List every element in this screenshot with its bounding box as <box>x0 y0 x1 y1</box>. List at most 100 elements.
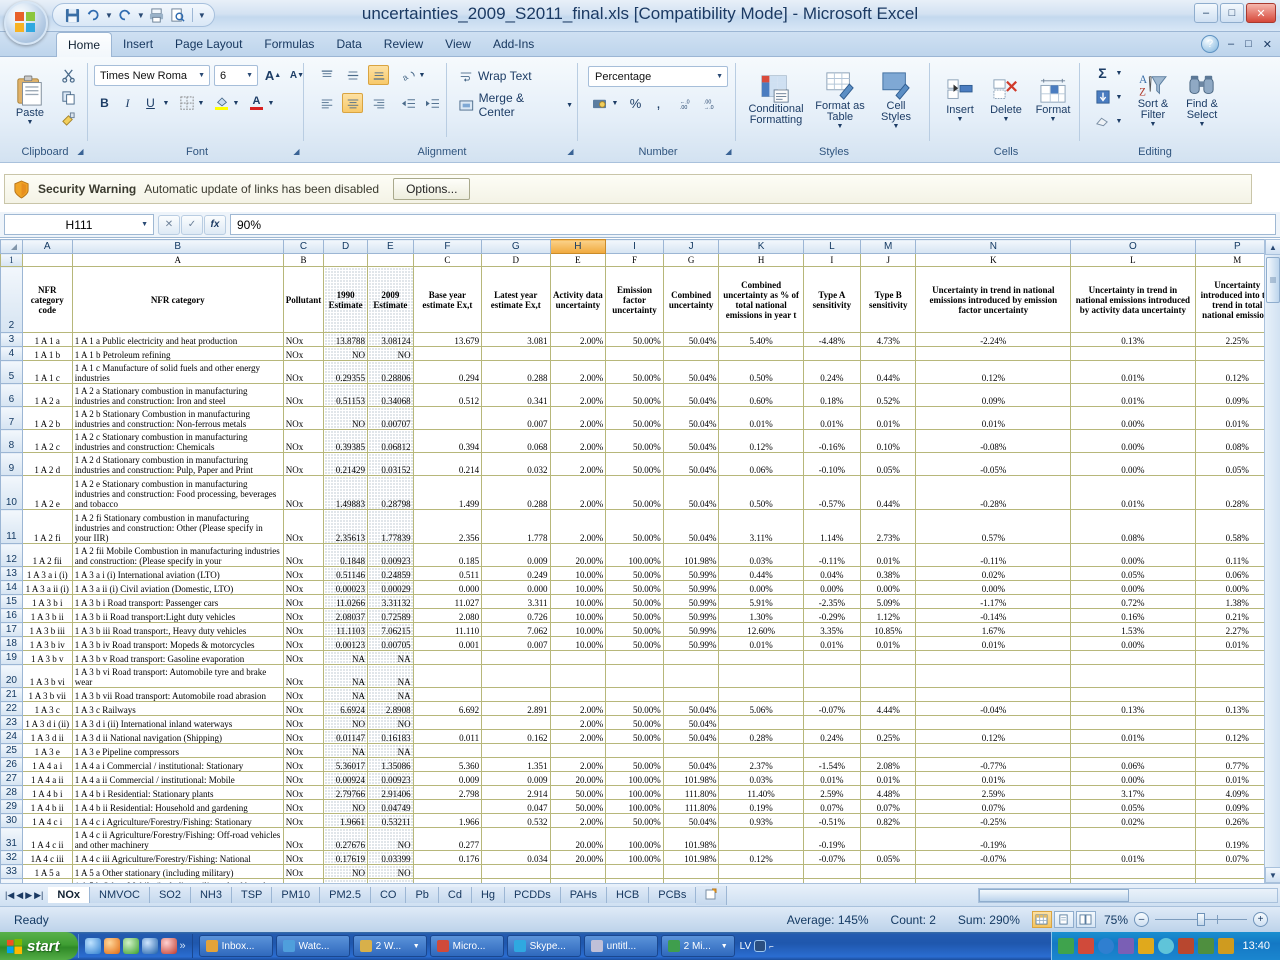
cell-h15[interactable]: 10.00% <box>549 594 607 609</box>
cell-g16[interactable]: 0.726 <box>481 608 551 623</box>
column-header-g[interactable]: G <box>481 239 551 254</box>
cell-a31[interactable]: 1 A 4 c ii <box>21 827 73 851</box>
cell-n12[interactable]: -0.11% <box>915 543 1072 567</box>
cell-k33[interactable] <box>718 864 804 879</box>
row-header-29[interactable]: 29 <box>0 799 23 814</box>
cell-i3[interactable]: 50.00% <box>605 332 664 347</box>
table-row[interactable]: 28 1 A 4 b i1 A 4 b i Residential: Statio… <box>0 785 1280 800</box>
cell-h3[interactable]: 2.00% <box>549 332 607 347</box>
horizontal-scroll-thumb[interactable] <box>979 888 1129 902</box>
cell-o27[interactable]: 0.00% <box>1070 771 1196 786</box>
cell-a20[interactable]: 1 A 3 b vi <box>21 664 73 688</box>
close-button[interactable]: ✕ <box>1246 3 1276 23</box>
cell-a24[interactable]: 1 A 3 d ii <box>21 729 73 744</box>
table-row[interactable]: 91 A 2 d1 A 2 d Stationary combustion in… <box>0 452 1280 476</box>
cell-l29[interactable]: 0.07% <box>802 799 862 814</box>
column-header-b[interactable]: B <box>71 239 284 254</box>
cell-h23[interactable]: 2.00% <box>549 715 607 730</box>
accounting-format-icon[interactable] <box>588 93 610 113</box>
cell-a4[interactable]: 1 A 1 b <box>21 346 73 361</box>
row-header-16[interactable]: 16 <box>0 608 23 623</box>
cell-o17[interactable]: 1.53% <box>1070 622 1196 637</box>
column-title-m[interactable]: Type B sensitivity <box>860 266 917 333</box>
column-header-j[interactable]: J <box>662 239 720 254</box>
cell-a16[interactable]: 1 A 3 b ii <box>21 608 73 623</box>
cell-m16[interactable]: 1.12% <box>860 608 917 623</box>
tray-icon-3[interactable] <box>1098 938 1115 954</box>
row-header-4[interactable]: 4 <box>0 346 23 361</box>
cell-c20[interactable]: NOx <box>282 664 325 688</box>
cell-j29[interactable]: 111.80% <box>662 799 720 814</box>
row-header-15[interactable]: 15 <box>0 594 23 609</box>
cell-i19[interactable] <box>605 650 664 665</box>
cell-h12[interactable]: 20.00% <box>549 543 607 567</box>
row-header-30[interactable]: 30 <box>0 813 23 828</box>
fill-color-dropdown-icon[interactable]: ▼ <box>231 93 241 113</box>
cell-n33[interactable] <box>915 864 1072 879</box>
sheet-tab-pcbs[interactable]: PCBs <box>649 887 697 903</box>
row-header-8[interactable]: 8 <box>0 429 23 453</box>
table-row[interactable]: 27 1 A 4 a ii 1 A 4 a ii Commercial / inst… <box>0 771 1280 786</box>
zoom-slider-track[interactable] <box>1155 913 1247 926</box>
row-header-10[interactable]: 10 <box>0 475 23 510</box>
app-green-icon[interactable] <box>122 938 139 954</box>
cell-n31[interactable]: -0.19% <box>915 827 1072 851</box>
cell-b15[interactable]: 1 A 3 b i Road transport: Passenger cars <box>71 594 284 609</box>
font-name-input[interactable]: Times New Roma ▼ <box>94 65 210 86</box>
cell-n19[interactable] <box>915 650 1072 665</box>
cell-n30[interactable]: -0.25% <box>915 813 1072 828</box>
cell-e19[interactable]: NA <box>367 650 414 665</box>
cell-c11[interactable]: NOx <box>282 509 325 544</box>
cell-j19[interactable] <box>662 650 720 665</box>
cell-o16[interactable]: 0.16% <box>1070 608 1196 623</box>
cell-b16[interactable]: 1 A 3 b ii Road transport:Light duty veh… <box>71 608 284 623</box>
cell-h25[interactable] <box>549 743 607 758</box>
cell-j16[interactable]: 50.99% <box>662 608 720 623</box>
cell-k14[interactable]: 0.00% <box>718 580 804 595</box>
prev-sheet-icon[interactable]: ◀ <box>16 890 23 901</box>
sheet-tab-pahs[interactable]: PAHs <box>560 887 608 903</box>
cell-d3[interactable]: 13.8788 <box>323 332 368 347</box>
cell-h11[interactable]: 2.00% <box>549 509 607 544</box>
borders-icon[interactable] <box>176 93 197 113</box>
cell-e23[interactable]: NO <box>367 715 414 730</box>
cell-d5[interactable]: 0.29355 <box>323 360 368 384</box>
cell-d23[interactable]: NO <box>323 715 368 730</box>
formula-input[interactable]: 90% <box>230 214 1276 235</box>
table-row[interactable]: 11 1 A 2 fi 1 A 2 fi Stationary combustion… <box>0 509 1280 544</box>
cell-i32[interactable]: 100.00% <box>605 850 664 865</box>
row-header-23[interactable]: 23 <box>0 715 23 730</box>
ribbon-tab-review[interactable]: Review <box>373 32 434 57</box>
sheet-tab-so2[interactable]: SO2 <box>149 887 191 903</box>
cell-a29[interactable]: 1 A 4 b ii <box>21 799 73 814</box>
name-box[interactable]: H111 ▼ <box>4 214 154 235</box>
cell-o11[interactable]: 0.08% <box>1070 509 1196 544</box>
cell-i14[interactable]: 50.00% <box>605 580 664 595</box>
cell-l21[interactable] <box>802 687 862 702</box>
cell-h32[interactable]: 20.00% <box>549 850 607 865</box>
cell-a7[interactable]: 1 A 2 b <box>21 406 73 430</box>
cell-k20[interactable] <box>718 664 804 688</box>
column-title-g[interactable]: Latest year estimate Ex,t <box>481 266 551 333</box>
cell-d10[interactable]: 1.49883 <box>323 475 368 510</box>
column-header-c[interactable]: C <box>282 239 325 254</box>
cell-l3[interactable]: -4.48% <box>802 332 862 347</box>
cell-h9[interactable]: 2.00% <box>549 452 607 476</box>
cell-o12[interactable]: 0.00% <box>1070 543 1196 567</box>
cell-f6[interactable]: 0.512 <box>412 383 483 407</box>
fill-dropdown-icon[interactable]: ▼ <box>1114 87 1124 107</box>
cell-c26[interactable]: NOx <box>282 757 325 772</box>
cell-c3[interactable]: NOx <box>282 332 325 347</box>
cell-b3[interactable]: 1 A 1 a Public electricity and heat prod… <box>71 332 284 347</box>
cell-n15[interactable]: -1.17% <box>915 594 1072 609</box>
cell-c16[interactable]: NOx <box>282 608 325 623</box>
underline-dropdown-icon[interactable]: ▼ <box>161 93 171 113</box>
conditional-formatting-button[interactable]: Conditional Formatting <box>742 63 810 137</box>
office-button[interactable] <box>4 1 48 45</box>
table-row[interactable]: 32 1A 4 c iii 1 A 4 c iii Agriculture/Fore… <box>0 850 1280 865</box>
table-row[interactable]: 71 A 2 b1 A 2 b Stationary Combustion in… <box>0 406 1280 430</box>
table-row[interactable]: 21 1 A 3 b vii 1 A 3 b vii Road transport:… <box>0 687 1280 702</box>
scroll-up-icon[interactable]: ▲ <box>1265 239 1280 255</box>
cell-k15[interactable]: 5.91% <box>718 594 804 609</box>
cell-k22[interactable]: 5.06% <box>718 701 804 716</box>
